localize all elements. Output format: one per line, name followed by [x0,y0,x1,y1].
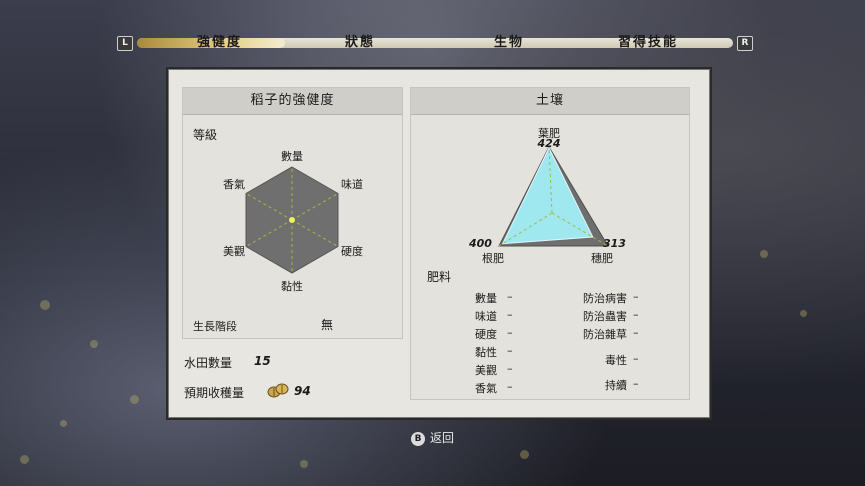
rice-strength-card: 稻子的強健度 等級 數量 味道 硬度 黏性 美觀 香氣 生長階段 無 [182,87,403,339]
axis-hardness: 硬度 [341,245,363,258]
stat-duration-label: 持續 [605,379,627,392]
soil-card: 土壤 葉肥 424 400 根肥 313 穗肥 肥料 數量 – 味道 – 硬度 … [410,87,690,400]
tab-skills[interactable]: 習得技能 [618,34,678,52]
stat-disease-control-value: – [633,290,639,303]
back-label: 返回 [430,431,455,445]
leaf-fertilizer-value: 424 [537,137,561,150]
axis-appearance: 美觀 [223,245,245,258]
stat-pest-control-label: 防治蟲害 [583,310,627,323]
expected-yield-value: 94 [294,384,311,398]
stat-aroma-value: – [507,380,513,393]
stat-weed-control-value: – [633,326,639,339]
stat-duration-value: – [633,377,639,390]
stat-appearance-value: – [507,362,513,375]
axis-stickiness: 黏性 [281,280,303,293]
field-count-value: 15 [254,354,271,368]
stat-weed-control-label: 防治雜草 [583,328,627,341]
stat-hardness-label: 硬度 [475,328,497,341]
axis-taste: 味道 [341,178,363,191]
stat-quantity-label: 數量 [475,292,497,305]
hexagon-center-dot [289,217,295,223]
expected-yield-label: 預期收穫量 [184,386,245,400]
growth-stage-label: 生長階段 [193,320,237,333]
tab-creatures[interactable]: 生物 [494,34,524,52]
stat-taste-label: 味道 [475,310,497,323]
growth-stage-value: 無 [321,318,334,332]
axis-quantity: 數量 [281,150,303,163]
stat-stickiness-label: 黏性 [475,346,497,359]
main-panel: 稻子的強健度 等級 數量 味道 硬度 黏性 美觀 香氣 生長階段 無 水田數量 … [166,67,712,420]
fertilizer-label: 肥料 [427,270,452,284]
stat-toxicity-label: 毒性 [605,354,627,367]
left-bumper-icon[interactable]: L [117,36,133,51]
ear-fertilizer-label: 穗肥 [591,252,613,265]
stat-toxicity-value: – [633,352,639,365]
ear-fertilizer-value: 313 [603,237,626,250]
stat-disease-control-label: 防治病害 [583,292,627,305]
right-bumper-icon[interactable]: R [737,36,753,51]
tab-bar: L 強健度 狀態 生物 習得技能 R [117,34,753,52]
tab-status[interactable]: 狀態 [345,34,375,52]
stat-taste-value: – [507,308,513,321]
field-count-label: 水田數量 [184,356,233,370]
stat-stickiness-value: – [507,344,513,357]
b-button-icon: B [411,431,425,446]
root-fertilizer-label: 根肥 [482,252,504,265]
root-fertilizer-value: 400 [469,237,492,250]
axis-aroma: 香氣 [223,178,245,191]
rice-bale-icon [267,383,289,398]
tab-strength[interactable]: 強健度 [197,34,242,52]
stat-hardness-value: – [507,326,513,339]
back-button[interactable]: B 返回 [411,430,454,446]
stat-quantity-value: – [507,290,513,303]
strength-hexagon-chart [245,166,339,274]
stat-pest-control-value: – [633,308,639,321]
stat-appearance-label: 美觀 [475,364,497,377]
stat-aroma-label: 香氣 [475,382,497,395]
